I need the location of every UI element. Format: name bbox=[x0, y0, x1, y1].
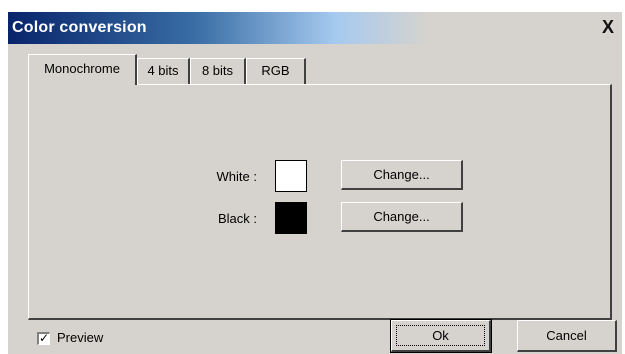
title-bar[interactable]: Color conversion X bbox=[8, 12, 622, 44]
ok-focus-ring bbox=[396, 325, 485, 346]
tab-rgb[interactable]: RGB bbox=[246, 58, 306, 84]
ok-button[interactable]: Ok bbox=[390, 319, 492, 353]
color-conversion-dialog: Color conversion X Monochrome 4 bits 8 b… bbox=[8, 12, 622, 354]
change-white-button[interactable]: Change... bbox=[341, 160, 463, 190]
close-icon[interactable]: X bbox=[598, 17, 618, 37]
black-swatch bbox=[275, 202, 307, 234]
preview-label: Preview bbox=[57, 330, 104, 345]
monochrome-panel: White : Change... Black : Change... bbox=[28, 84, 612, 320]
tab-monochrome[interactable]: Monochrome bbox=[28, 54, 137, 85]
tab-8-bits[interactable]: 8 bits bbox=[190, 58, 246, 84]
white-label: White : bbox=[216, 169, 257, 184]
change-black-button[interactable]: Change... bbox=[341, 202, 463, 232]
black-label: Black : bbox=[217, 211, 257, 226]
white-swatch bbox=[275, 160, 307, 192]
window-title: Color conversion bbox=[12, 19, 147, 36]
tab-4-bits[interactable]: 4 bits bbox=[137, 58, 190, 84]
cancel-button[interactable]: Cancel bbox=[517, 320, 617, 352]
preview-checkbox[interactable]: ✓ bbox=[37, 332, 50, 345]
